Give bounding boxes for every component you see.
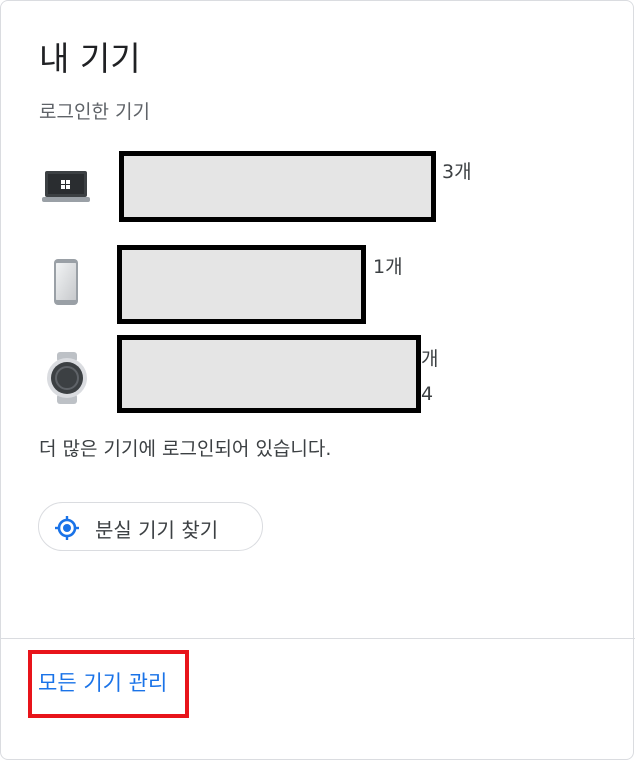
my-devices-card: 내 기기 로그인한 기기 3개 1개 개 4 더 많은 기기에 로그인되어 있습… [0, 0, 635, 760]
redacted-device-name [117, 245, 366, 324]
footer-divider [1, 638, 635, 639]
manage-all-devices-link[interactable]: 모든 기기 관리 [38, 667, 167, 697]
device-count: 1개 [373, 256, 403, 278]
device-count-partial: 4 [421, 383, 434, 405]
phone-icon [51, 257, 81, 311]
redacted-device-name [117, 335, 421, 413]
location-icon [54, 515, 80, 545]
device-count-partial: 개 [421, 348, 439, 370]
redacted-device-name [119, 151, 436, 222]
device-count: 3개 [442, 161, 472, 183]
watch-icon [44, 350, 90, 410]
signed-in-devices-subtitle: 로그인한 기기 [39, 101, 150, 123]
find-lost-device-button[interactable]: 분실 기기 찾기 [38, 502, 263, 551]
more-devices-text: 더 많은 기기에 로그인되어 있습니다. [39, 438, 332, 460]
laptop-icon [41, 165, 91, 211]
find-lost-device-label: 분실 기기 찾기 [95, 518, 219, 542]
page-title: 내 기기 [39, 39, 141, 78]
